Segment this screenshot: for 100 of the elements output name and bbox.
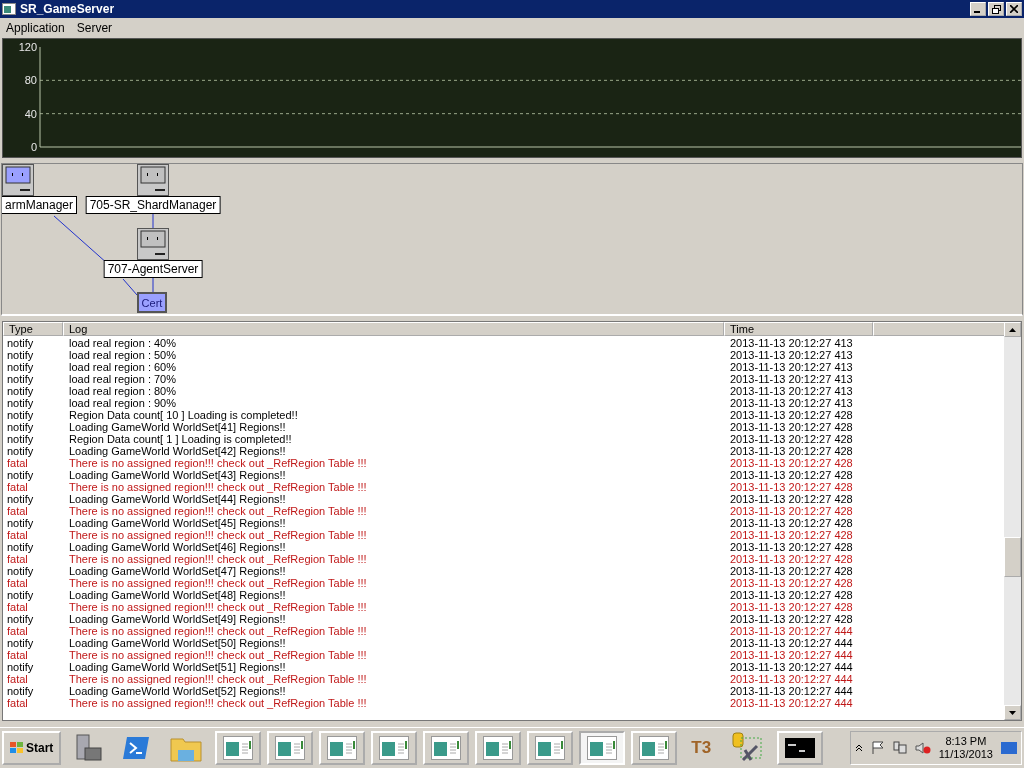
table-cell-text: 2013-11-13 20:12:27 413 — [730, 397, 854, 409]
log-row[interactable]: fatal There is no assigned region!!! check out _RefRegion Table !!! 2013-11-13 20:12:27 428 — [3, 481, 1004, 493]
table-cell-text: 2013-11-13 20:12:27 428 — [730, 517, 854, 529]
windows-logo-icon — [10, 742, 24, 754]
log-row[interactable]: fatal There is no assigned region!!! check out _RefRegion Table !!! 2013-11-13 20:12:27 428 — [3, 505, 1004, 517]
table-cell-text: notify — [6, 637, 35, 649]
restore-icon — [991, 4, 1001, 14]
y-tick-label: 0 — [30, 141, 37, 153]
minimize-button[interactable] — [970, 2, 986, 16]
window-icon — [431, 736, 462, 760]
restore-button[interactable] — [988, 2, 1004, 16]
window-icon — [327, 736, 358, 760]
server-toolbox-icon[interactable] — [73, 733, 104, 763]
table-cell-text: notify — [6, 397, 35, 409]
chevron-up-icon[interactable] — [854, 744, 863, 752]
table-cell-text: notify — [6, 337, 35, 349]
server-node[interactable]: Cert — [137, 292, 167, 313]
log-row[interactable]: notify Loading GameWorld WorldSet[43] Regions!! 2013-11-13 20:12:27 428 — [3, 469, 1004, 481]
table-cell-text: Loading GameWorld WorldSet[41] Regions!! — [69, 421, 287, 433]
speaker-muted-icon[interactable] — [914, 741, 931, 755]
up-arrow-icon — [1009, 327, 1016, 332]
log-row[interactable]: fatal There is no assigned region!!! check out _RefRegion Table !!! 2013-11-13 20:12:27 444 — [3, 625, 1004, 637]
log-row[interactable]: notify load real region : 50% 2013-11-13 20:12:27 413 — [3, 349, 1004, 361]
log-row[interactable]: notify Loading GameWorld WorldSet[50] Regions!! 2013-11-13 20:12:27 444 — [3, 637, 1004, 649]
table-cell-text: 2013-11-13 20:12:27 413 — [730, 349, 854, 361]
log-row[interactable]: fatal There is no assigned region!!! check out _RefRegion Table !!! 2013-11-13 20:12:27 428 — [3, 577, 1004, 589]
close-button[interactable] — [1006, 2, 1022, 16]
log-row[interactable]: fatal There is no assigned region!!! check out _RefRegion Table !!! 2013-11-13 20:12:27 428 — [3, 553, 1004, 565]
column-header[interactable]: Time — [724, 322, 873, 336]
clock-date: 11/13/2013 — [938, 748, 993, 761]
table-cell-text: Region Data count[ 10 ] Loading is completed!! — [69, 409, 299, 421]
taskbar-window-button[interactable] — [777, 731, 824, 765]
log-row[interactable]: notify Loading GameWorld WorldSet[52] Regions!! 2013-11-13 20:12:27 444 — [3, 685, 1004, 697]
scroll-down-button[interactable] — [1004, 705, 1021, 720]
table-cell-text: notify — [6, 349, 35, 361]
flag-icon[interactable] — [870, 741, 885, 755]
log-row[interactable]: notify Loading GameWorld WorldSet[41] Regions!! 2013-11-13 20:12:27 428 — [3, 421, 1004, 433]
table-cell-text: fatal — [6, 553, 29, 565]
table-cell-text: load real region : 70% — [69, 373, 177, 385]
log-row[interactable]: notify Loading GameWorld WorldSet[49] Regions!! 2013-11-13 20:12:27 428 — [3, 613, 1004, 625]
table-cell-text: Loading GameWorld WorldSet[48] Regions!! — [69, 589, 287, 601]
table-cell-text: fatal — [6, 625, 29, 637]
y-tick-label: 40 — [24, 107, 37, 120]
scroll-up-button[interactable] — [1004, 322, 1021, 337]
menu-item[interactable]: Server — [76, 21, 113, 35]
log-row[interactable]: notify Loading GameWorld WorldSet[45] Regions!! 2013-11-13 20:12:27 428 — [3, 517, 1004, 529]
table-cell-text: notify — [6, 493, 35, 505]
command-prompt-icon — [785, 738, 816, 758]
log-row[interactable]: fatal There is no assigned region!!! check out _RefRegion Table !!! 2013-11-13 20:12:27 444 — [3, 697, 1004, 709]
table-cell-text: notify — [6, 433, 35, 445]
computer-icon[interactable] — [137, 164, 169, 196]
table-cell-text: There is no assigned region!!! check out _RefRegion Table !!! — [69, 601, 368, 613]
scroll-thumb[interactable] — [1004, 537, 1021, 577]
table-cell-text: There is no assigned region!!! check out _RefRegion Table !!! — [69, 697, 368, 709]
log-row[interactable]: fatal There is no assigned region!!! check out _RefRegion Table !!! 2013-11-13 20:12:27 444 — [3, 673, 1004, 685]
log-row[interactable]: notify Loading GameWorld WorldSet[42] Regions!! 2013-11-13 20:12:27 428 — [3, 445, 1004, 457]
table-cell-text: 2013-11-13 20:12:27 413 — [730, 385, 854, 397]
vertical-scrollbar[interactable] — [1004, 322, 1021, 720]
log-row[interactable]: notify load real region : 40% 2013-11-13 20:12:27 413 — [3, 337, 1004, 349]
table-cell-text: 2013-11-13 20:12:27 428 — [730, 553, 854, 565]
log-row[interactable]: fatal There is no assigned region!!! check out _RefRegion Table !!! 2013-11-13 20:12:27 428 — [3, 601, 1004, 613]
log-row[interactable]: notify load real region : 60% 2013-11-13 20:12:27 413 — [3, 361, 1004, 373]
table-cell-text: 2013-11-13 20:12:27 428 — [730, 457, 854, 469]
log-row[interactable]: notify Loading GameWorld WorldSet[47] Regions!! 2013-11-13 20:12:27 428 — [3, 565, 1004, 577]
log-row[interactable]: fatal There is no assigned region!!! check out _RefRegion Table !!! 2013-11-13 20:12:27 444 — [3, 649, 1004, 661]
log-row[interactable]: notify Loading GameWorld WorldSet[46] Regions!! 2013-11-13 20:12:27 428 — [3, 541, 1004, 553]
table-cell-text: 2013-11-13 20:12:27 413 — [730, 361, 854, 373]
table-cell-text: There is no assigned region!!! check out _RefRegion Table !!! — [69, 625, 368, 637]
log-row[interactable]: notify load real region : 80% 2013-11-13 20:12:27 413 — [3, 385, 1004, 397]
table-cell-text: 2013-11-13 20:12:27 428 — [730, 541, 854, 553]
window-icon — [483, 736, 514, 760]
computer-icon[interactable] — [137, 228, 169, 260]
computer-icon[interactable] — [2, 164, 34, 196]
log-row[interactable]: notify Loading GameWorld WorldSet[44] Regions!! 2013-11-13 20:12:27 428 — [3, 493, 1004, 505]
table-cell-text: notify — [6, 469, 35, 481]
log-row[interactable]: fatal There is no assigned region!!! check out _RefRegion Table !!! 2013-11-13 20:12:27 428 — [3, 457, 1004, 469]
log-row[interactable]: notify load real region : 70% 2013-11-13 20:12:27 413 — [3, 373, 1004, 385]
menu-item[interactable]: Application — [6, 21, 65, 35]
table-cell-text: There is no assigned region!!! check out _RefRegion Table !!! — [69, 673, 368, 685]
table-cell-text: There is no assigned region!!! check out _RefRegion Table !!! — [69, 481, 368, 493]
table-cell-text: 2013-11-13 20:12:27 444 — [730, 637, 854, 649]
powershell-icon[interactable] — [121, 735, 152, 761]
column-header[interactable]: Type — [3, 322, 63, 336]
log-row[interactable]: notify Region Data count[ 1 ] Loading is completed!! 2013-11-13 20:12:27 428 — [3, 433, 1004, 445]
log-row[interactable]: fatal There is no assigned region!!! check out _RefRegion Table !!! 2013-11-13 20:12:27 428 — [3, 529, 1004, 541]
window-icon — [2, 3, 16, 15]
network-icon[interactable] — [892, 741, 907, 755]
table-cell-text: 2013-11-13 20:12:27 428 — [730, 421, 854, 433]
table-cell-text: fatal — [6, 481, 29, 493]
log-row[interactable]: notify load real region : 90% 2013-11-13 20:12:27 413 — [3, 397, 1004, 409]
column-header[interactable]: Log — [63, 322, 724, 336]
window-title: SR_GameServer — [20, 2, 116, 16]
log-row[interactable]: notify Loading GameWorld WorldSet[51] Regions!! 2013-11-13 20:12:27 444 — [3, 661, 1004, 673]
table-cell-text: notify — [6, 685, 35, 697]
log-row[interactable]: notify Region Data count[ 10 ] Loading is completed!! 2013-11-13 20:12:27 428 — [3, 409, 1004, 421]
table-cell-text: notify — [6, 613, 35, 625]
start-button[interactable]: Start — [2, 731, 62, 765]
table-cell-text: There is no assigned region!!! check out _RefRegion Table !!! — [69, 553, 368, 565]
log-row[interactable]: notify Loading GameWorld WorldSet[48] Regions!! 2013-11-13 20:12:27 428 — [3, 589, 1004, 601]
clock[interactable]: 8:13 PM 11/13/2013 — [938, 735, 993, 761]
